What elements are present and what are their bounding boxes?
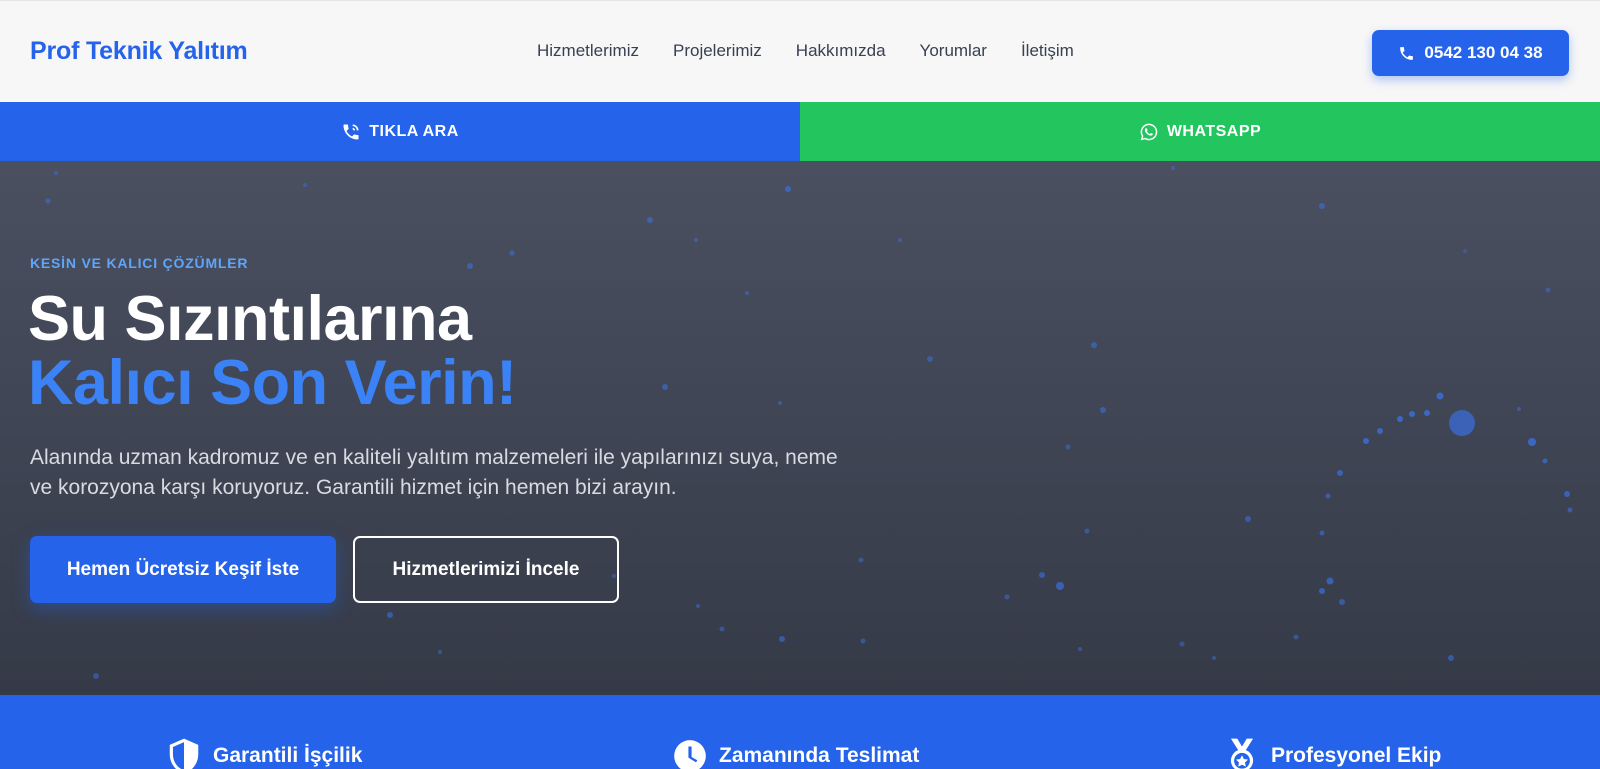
phone-number: 0542 130 04 38 bbox=[1424, 43, 1543, 62]
medal-icon bbox=[1230, 738, 1254, 769]
view-services-button[interactable]: Hizmetlerimizi İncele bbox=[353, 536, 619, 603]
main-nav: Hizmetlerimiz Projelerimiz Hakkımızda Yo… bbox=[537, 41, 1108, 61]
feature-guarantee: Garantili İşçilik bbox=[165, 737, 362, 769]
nav-item-hizmetlerimiz[interactable]: Hizmetlerimiz bbox=[537, 41, 639, 61]
call-bar: TIKLA ARA WHATSAPP bbox=[0, 102, 1600, 161]
site-header: Prof Teknik Yalıtım Hizmetlerimiz Projel… bbox=[0, 0, 1600, 102]
phone-button[interactable]: 0542 130 04 38 bbox=[1372, 30, 1569, 76]
hero-section: KESİN VE KALICI ÇÖZÜMLER Su Sızıntıların… bbox=[0, 161, 1600, 695]
particle-background bbox=[45, 166, 1573, 679]
click-to-call-label: TIKLA ARA bbox=[369, 122, 459, 140]
clock-icon bbox=[674, 740, 706, 769]
feature-on-time: Zamanında Teslimat bbox=[671, 737, 919, 769]
nav-item-iletisim[interactable]: İletişim bbox=[1021, 41, 1074, 61]
hero-eyebrow: KESİN VE KALICI ÇÖZÜMLER bbox=[30, 255, 249, 271]
feature-guarantee-label: Garantili İşçilik bbox=[213, 744, 363, 767]
free-survey-button[interactable]: Hemen Ücretsiz Keşif İste bbox=[30, 536, 336, 603]
nav-item-hakkimizda[interactable]: Hakkımızda bbox=[796, 41, 886, 61]
hero-title-line2: Kalıcı Son Verin! bbox=[28, 348, 517, 418]
hero-description: Alanında uzman kadromuz ve en kaliteli y… bbox=[30, 446, 838, 499]
nav-item-projelerimiz[interactable]: Projelerimiz bbox=[673, 41, 762, 61]
phone-icon bbox=[1400, 46, 1414, 60]
whatsapp-label: WHATSAPP bbox=[1166, 122, 1262, 140]
feature-on-time-label: Zamanında Teslimat bbox=[719, 744, 920, 767]
feature-team: Profesyonel Ekip bbox=[1223, 737, 1441, 769]
nav-item-yorumlar[interactable]: Yorumlar bbox=[920, 41, 987, 61]
phone-call-icon bbox=[343, 124, 359, 139]
brand-logo[interactable]: Prof Teknik Yalıtım bbox=[30, 37, 248, 66]
shield-icon bbox=[169, 738, 199, 769]
click-to-call-button[interactable]: TIKLA ARA bbox=[0, 102, 800, 161]
whatsapp-button[interactable]: WHATSAPP bbox=[800, 102, 1600, 161]
whatsapp-icon bbox=[1140, 123, 1158, 140]
features-bar: Garantili İşçilik Zamanında Teslimat Pro… bbox=[0, 695, 1600, 769]
feature-team-label: Profesyonel Ekip bbox=[1271, 744, 1442, 767]
hero-title-line1: Su Sızıntılarına bbox=[28, 284, 472, 354]
